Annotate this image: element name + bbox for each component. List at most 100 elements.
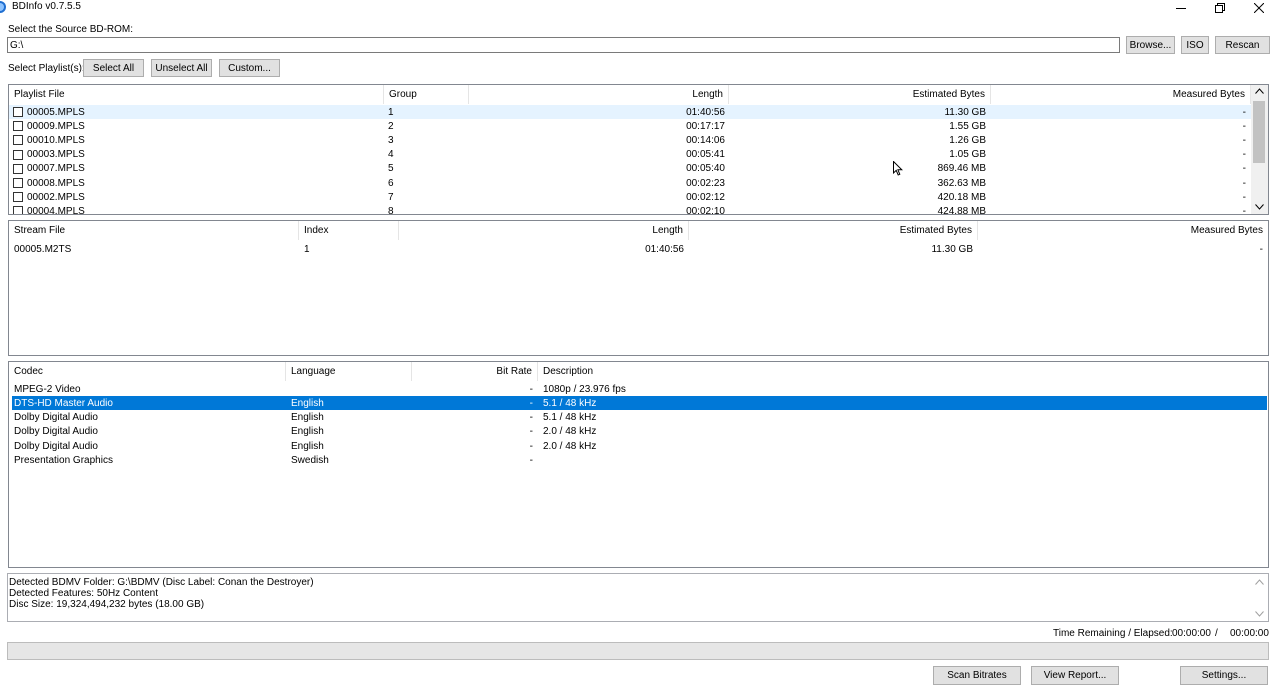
- settings-button[interactable]: Settings...: [1180, 666, 1268, 685]
- table-row[interactable]: 00002.MPLS 7 00:02:12 420.18 MB -: [9, 190, 1252, 204]
- codec-col-codec[interactable]: Codec: [9, 362, 286, 381]
- close-button[interactable]: [1244, 0, 1274, 15]
- scroll-up-icon[interactable]: [1255, 88, 1264, 94]
- scroll-up-icon[interactable]: [1255, 579, 1264, 585]
- codec-col-bitrate[interactable]: Bit Rate: [412, 362, 538, 381]
- table-row[interactable]: 00004.MPLS 8 00:02:10 424.88 MB -: [9, 204, 1252, 215]
- table-row[interactable]: 00005.MPLS 1 01:40:56 11.30 GB -: [9, 105, 1252, 119]
- codec-col-description[interactable]: Description: [538, 362, 1268, 381]
- table-row[interactable]: Presentation Graphics Swedish -: [12, 454, 1267, 468]
- playlist-checkbox[interactable]: [13, 163, 23, 174]
- playlist-cell-length: 00:17:17: [469, 119, 725, 133]
- playlist-checkbox[interactable]: [13, 121, 23, 132]
- playlist-cell-meas: -: [991, 190, 1246, 204]
- stream-col-file[interactable]: Stream File: [9, 221, 299, 240]
- stream-col-index[interactable]: Index: [299, 221, 399, 240]
- table-row[interactable]: 00010.MPLS 3 00:14:06 1.26 GB -: [9, 133, 1252, 147]
- table-row[interactable]: 00008.MPLS 6 00:02:23 362.63 MB -: [9, 176, 1252, 190]
- unselect-all-button[interactable]: Unselect All: [151, 59, 212, 77]
- playlist-cell-text: 869.46 MB: [937, 163, 986, 175]
- playlist-cell-text: 1.05 GB: [949, 149, 986, 161]
- playlist-checkbox[interactable]: [13, 149, 23, 160]
- select-all-button[interactable]: Select All: [83, 59, 144, 77]
- codec-cell-bitrate: -: [529, 412, 533, 424]
- title-bar: BDInfo v0.7.5.5: [0, 0, 1280, 15]
- playlist-col-group[interactable]: Group: [384, 85, 469, 104]
- playlist-scroll-thumb[interactable]: [1253, 101, 1265, 163]
- playlist-checkbox[interactable]: [13, 178, 23, 188]
- table-row[interactable]: DTS-HD Master Audio English -5.1 / 48 kHz: [12, 396, 1267, 411]
- stream-col-measured[interactable]: Measured Bytes: [978, 221, 1268, 240]
- restore-button[interactable]: [1205, 0, 1235, 15]
- playlist-cell-group: 4: [388, 148, 468, 162]
- table-row[interactable]: MPEG-2 Video -1080p / 23.976 fps: [12, 382, 1267, 396]
- restore-icon: [1215, 2, 1225, 13]
- info-line: Detected BDMV Folder: G:\BDMV (Disc Labe…: [9, 577, 314, 588]
- playlist-cell-text: -: [1242, 149, 1246, 161]
- select-playlists-label: Select Playlist(s):: [8, 63, 85, 74]
- playlist-cell-group: 1: [388, 105, 468, 119]
- playlist-checkbox[interactable]: [13, 206, 23, 214]
- playlist-cell-text: 00005.MPLS: [27, 106, 85, 118]
- playlist-checkbox[interactable]: [13, 107, 23, 117]
- scroll-down-icon[interactable]: [1255, 611, 1264, 617]
- playlist-cell-meas: -: [991, 105, 1246, 119]
- info-textbox[interactable]: Detected BDMV Folder: G:\BDMV (Disc Labe…: [7, 573, 1269, 622]
- stream-col-length[interactable]: Length: [399, 221, 689, 240]
- playlist-cell-file: 00010.MPLS: [13, 133, 383, 147]
- minimize-button[interactable]: [1166, 0, 1196, 15]
- codec-cell-codec: Dolby Digital Audio: [14, 426, 98, 438]
- table-row[interactable]: Dolby Digital Audio English -2.0 / 48 kHz: [12, 425, 1267, 439]
- stream-cell-length: 01:40:56: [645, 243, 684, 255]
- playlist-cell-meas: -: [991, 204, 1246, 214]
- info-scrollbar[interactable]: [1251, 574, 1268, 621]
- playlist-col-measured[interactable]: Measured Bytes: [991, 85, 1251, 104]
- playlist-cell-text: -: [1242, 106, 1246, 118]
- table-row[interactable]: 00003.MPLS 4 00:05:41 1.05 GB -: [9, 148, 1252, 162]
- playlist-cell-text: 424.88 MB: [937, 205, 986, 215]
- playlist-cell-est: 11.30 GB: [729, 105, 986, 119]
- playlist-cell-text: 01:40:56: [686, 106, 725, 118]
- table-row[interactable]: 00005.M2TS 1 01:40:56 11.30 GB -: [9, 242, 1268, 256]
- stream-col-estimated[interactable]: Estimated Bytes: [689, 221, 978, 240]
- scroll-down-icon[interactable]: [1255, 204, 1264, 210]
- playlist-cell-group: 5: [388, 162, 468, 176]
- playlist-cell-meas: -: [991, 176, 1246, 190]
- source-path-input[interactable]: G:\: [7, 37, 1120, 53]
- table-row[interactable]: 00009.MPLS 2 00:17:17 1.55 GB -: [9, 119, 1252, 133]
- playlist-cell-text: 00008.MPLS: [27, 177, 85, 189]
- playlist-cell-text: 1: [388, 106, 394, 118]
- playlist-cell-text: 1.26 GB: [949, 134, 986, 146]
- codec-col-language[interactable]: Language: [286, 362, 412, 381]
- playlist-cell-text: 00003.MPLS: [27, 149, 85, 161]
- playlist-checkbox[interactable]: [13, 192, 23, 203]
- playlist-col-length[interactable]: Length: [469, 85, 729, 104]
- playlist-cell-text: 6: [388, 177, 394, 189]
- codec-cell-codec: Dolby Digital Audio: [14, 440, 98, 452]
- playlist-col-estimated[interactable]: Estimated Bytes: [729, 85, 991, 104]
- table-row[interactable]: 00007.MPLS 5 00:05:40 869.46 MB -: [9, 162, 1252, 176]
- view-report-button[interactable]: View Report...: [1031, 666, 1119, 685]
- custom-button[interactable]: Custom...: [219, 59, 280, 77]
- iso-button[interactable]: ISO: [1181, 36, 1209, 54]
- playlist-col-file[interactable]: Playlist File: [9, 85, 384, 104]
- playlist-cell-text: -: [1242, 177, 1246, 189]
- info-line: Detected Features: 50Hz Content: [9, 588, 158, 599]
- scan-bitrates-button[interactable]: Scan Bitrates: [933, 666, 1021, 685]
- playlist-cell-text: 00:02:23: [686, 177, 725, 189]
- browse-button[interactable]: Browse...: [1126, 36, 1175, 54]
- playlist-cell-meas: -: [991, 133, 1246, 147]
- playlist-cell-group: 7: [388, 190, 468, 204]
- playlist-cell-file: 00003.MPLS: [13, 148, 383, 162]
- codec-cell-codec: MPEG-2 Video: [14, 383, 81, 395]
- playlist-cell-file: 00008.MPLS: [13, 176, 383, 190]
- table-row[interactable]: Dolby Digital Audio English -2.0 / 48 kHz: [12, 439, 1267, 453]
- playlist-cell-file: 00009.MPLS: [13, 119, 383, 133]
- codec-cell-bitrate: -: [529, 440, 533, 452]
- codec-cell-language: [291, 382, 411, 396]
- playlist-scrollbar[interactable]: [1251, 85, 1268, 214]
- progress-bar: [7, 642, 1269, 660]
- rescan-button[interactable]: Rescan: [1215, 36, 1270, 54]
- playlist-checkbox[interactable]: [13, 135, 23, 146]
- table-row[interactable]: Dolby Digital Audio English -5.1 / 48 kHz: [12, 411, 1267, 425]
